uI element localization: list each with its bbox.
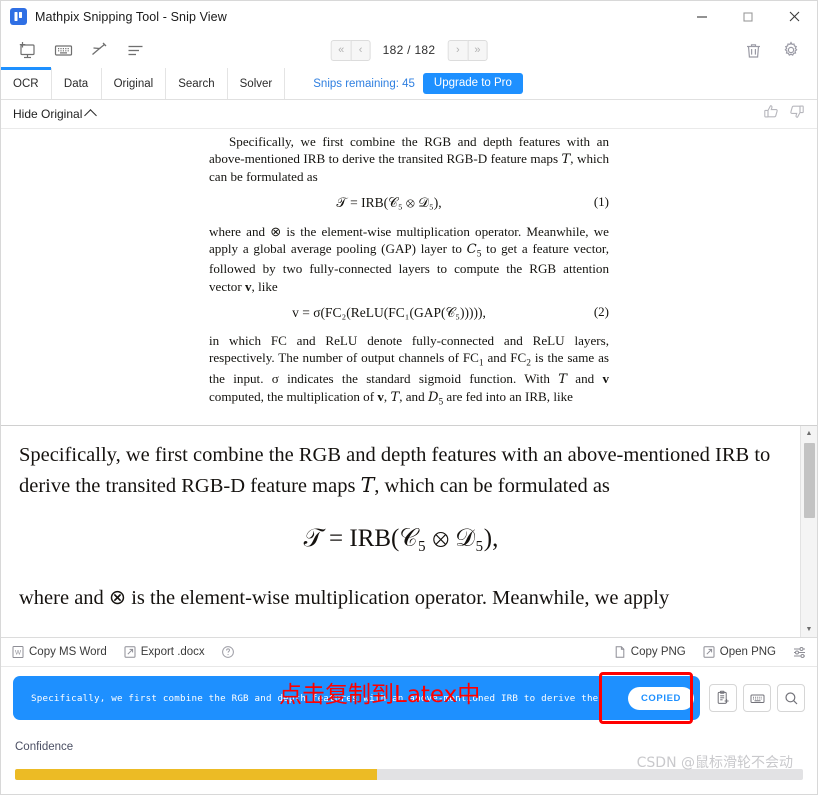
export-icon (123, 645, 137, 659)
thumbs-up-icon[interactable] (763, 103, 780, 125)
search-button[interactable] (777, 684, 805, 712)
gear-icon[interactable] (775, 35, 807, 65)
copy-ms-word-button[interactable]: W Copy MS Word (11, 645, 107, 659)
close-button[interactable] (771, 1, 817, 32)
export-docx-button[interactable]: Export .docx (123, 645, 205, 659)
chevron-up-icon (84, 108, 98, 122)
original-equation-2: v = σ(FC₂(ReLU(FC₁(GAP(𝒞₅))))), (2) (209, 304, 609, 322)
scroll-down-arrow-icon[interactable]: ▼ (801, 622, 818, 637)
minimize-button[interactable] (679, 1, 725, 32)
thumbs-down-icon[interactable] (788, 103, 805, 125)
title-bar: Mathpix Snipping Tool - Snip View (1, 1, 817, 32)
rendered-output-body: Specifically, we first combine the RGB a… (1, 426, 817, 613)
original-paragraph-1: Specifically, we first combine the RGB a… (209, 134, 609, 185)
latex-side-buttons (709, 684, 805, 712)
draw-icon[interactable] (83, 35, 115, 65)
page-navigator: « ‹ 182 / 182 › » (330, 39, 488, 61)
latex-result-bar[interactable]: Specifically, we first combine the RGB a… (13, 676, 700, 720)
list-icon[interactable] (119, 35, 151, 65)
tab-bar: OCR Data Original Search Solver Snips re… (1, 67, 817, 100)
toolbar-right-group (737, 35, 807, 65)
open-png-label: Open PNG (719, 646, 776, 658)
help-button[interactable] (221, 645, 235, 659)
scroll-up-arrow-icon[interactable]: ▲ (801, 426, 818, 441)
first-page-button[interactable]: « (330, 39, 351, 61)
upgrade-to-pro-button[interactable]: Upgrade to Pro (422, 72, 523, 95)
original-paper-content: Specifically, we first combine the RGB a… (209, 133, 609, 409)
trash-icon[interactable] (737, 35, 769, 65)
rendered-output-panel: Specifically, we first combine the RGB a… (1, 426, 817, 638)
original-image-panel: Specifically, we first combine the RGB a… (1, 129, 817, 426)
window-title: Mathpix Snipping Tool - Snip View (35, 9, 227, 24)
confidence-zone: Confidence CSDN @鼠标滑轮不会动 (1, 729, 817, 794)
latex-result-text: Specifically, we first combine the RGB a… (31, 692, 599, 704)
file-icon (613, 645, 627, 659)
original-equation-1-body: 𝒯 = IRB(𝒞₅ ⊗ 𝒟₅), (336, 195, 442, 211)
copied-badge: COPIED (627, 686, 694, 710)
vertical-scrollbar[interactable]: ▲ ▼ (800, 426, 817, 637)
prev-page-button[interactable]: ‹ (350, 39, 371, 61)
keyboard-button[interactable] (743, 684, 771, 712)
external-link-icon (702, 645, 716, 659)
tab-solver[interactable]: Solver (227, 68, 286, 99)
copy-ms-word-label: Copy MS Word (29, 646, 107, 658)
rendered-paragraph: Specifically, we first combine the RGB a… (19, 444, 771, 498)
keyboard-icon[interactable] (47, 35, 79, 65)
action-bar-right: Copy PNG Open PNG (597, 645, 807, 660)
display-options-button[interactable] (792, 645, 807, 660)
rendered-equation: 𝒯 = IRB(𝒞₅ ⊗ 𝒟₅), (303, 524, 499, 552)
tab-original[interactable]: Original (101, 68, 167, 99)
original-equation-2-number: (2) (593, 303, 609, 319)
next-page-button[interactable]: › (447, 39, 468, 61)
window-controls (679, 1, 817, 32)
app-logo-icon (10, 8, 27, 25)
action-bar: W Copy MS Word Export .docx Copy PNG Ope… (1, 638, 817, 667)
hide-original-row: Hide Original (1, 100, 817, 129)
original-equation-1: 𝒯 = IRB(𝒞₅ ⊗ 𝒟₅), (1) (209, 194, 609, 212)
rendered-partial-line: where and ⊗ is the element-wise multipli… (19, 586, 670, 609)
new-snip-icon[interactable] (11, 35, 43, 65)
export-docx-label: Export .docx (140, 646, 205, 658)
last-page-button[interactable]: » (467, 39, 488, 61)
icon-toolbar: « ‹ 182 / 182 › » (1, 32, 817, 68)
tab-ocr[interactable]: OCR (1, 67, 52, 99)
sliders-icon (792, 645, 807, 660)
maximize-button[interactable] (725, 1, 771, 32)
page-counter: 182 / 182 (382, 43, 436, 57)
snips-area: Snips remaining: 45 Upgrade to Pro (313, 68, 523, 99)
svg-text:W: W (15, 650, 22, 657)
copy-clipboard-button[interactable] (709, 684, 737, 712)
help-icon (221, 645, 235, 659)
feedback-group (763, 103, 805, 125)
original-equation-2-body: v = σ(FC₂(ReLU(FC₁(GAP(𝒞₅))))), (292, 304, 486, 320)
copy-png-button[interactable]: Copy PNG (613, 645, 686, 659)
open-png-button[interactable]: Open PNG (702, 645, 776, 659)
confidence-fill (15, 769, 378, 780)
original-paragraph-3: in which FC and ReLU denote fully-connec… (209, 333, 610, 408)
tab-search[interactable]: Search (166, 68, 228, 99)
tab-data[interactable]: Data (51, 68, 102, 99)
original-equation-1-number: (1) (593, 194, 609, 210)
watermark: CSDN @鼠标滑轮不会动 (636, 755, 793, 772)
scrollbar-thumb[interactable] (803, 443, 815, 518)
hide-original-label: Hide Original (13, 107, 83, 121)
word-icon: W (11, 645, 25, 659)
mathpix-snip-view-window: Mathpix Snipping Tool - Snip View « ‹ 18… (0, 0, 818, 795)
hide-original-toggle[interactable]: Hide Original (13, 107, 98, 122)
snips-remaining-label: Snips remaining: 45 (313, 77, 415, 90)
latex-result-zone: Specifically, we first combine the RGB a… (1, 667, 817, 729)
original-paragraph-2: where and ⊗ is the element-wise multipli… (209, 223, 610, 294)
copy-png-label: Copy PNG (630, 646, 686, 658)
